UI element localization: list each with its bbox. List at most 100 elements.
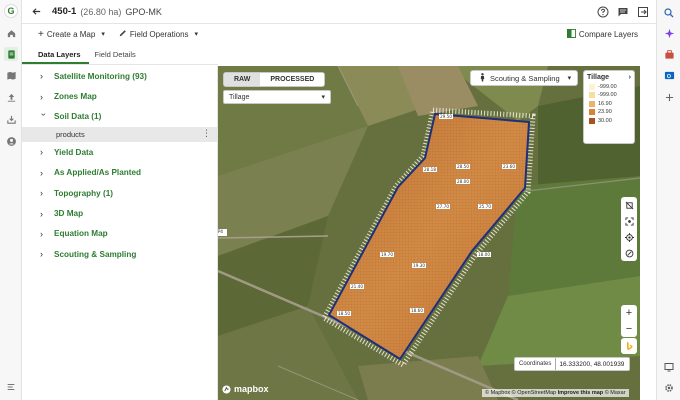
attribute-select[interactable]: Tillage ▾	[223, 90, 331, 104]
exit-icon[interactable]	[636, 5, 650, 19]
value-label: 18.00	[477, 252, 491, 257]
copilot-icon[interactable]	[662, 26, 676, 40]
legend-swatch	[589, 117, 595, 124]
fields-icon[interactable]	[4, 47, 18, 61]
chevron-down-icon: ›	[39, 112, 49, 116]
layer-topography[interactable]: › Topography (1)	[22, 183, 217, 203]
create-map-button[interactable]: + Create a Map ▾	[38, 29, 105, 40]
chevron-down-icon: ▾	[101, 31, 105, 38]
raw-button[interactable]: RAW	[224, 73, 261, 86]
sublayer-label: products	[56, 130, 85, 140]
layer-yield-data[interactable]: › Yield Data	[22, 142, 217, 162]
layer-equation-map[interactable]: › Equation Map	[22, 224, 217, 244]
add-icon[interactable]	[662, 90, 676, 104]
map-view[interactable]: P4 29.50 28.18 28.50 23.60 28.00 27.70 2…	[218, 66, 640, 400]
legend-swatch	[589, 92, 595, 99]
measure-icon[interactable]	[621, 245, 637, 261]
layer-label: Equation Map	[54, 229, 108, 239]
compare-layers-button[interactable]: Compare Layers	[566, 28, 638, 40]
layer-item-products[interactable]: products ⋮	[22, 127, 217, 143]
tab-data-layers[interactable]: Data Layers	[22, 47, 89, 64]
attribution-maxar-link[interactable]: © Maxar	[605, 390, 626, 396]
map-tools	[621, 197, 637, 261]
legend-value: 16.90	[598, 100, 612, 107]
layer-label: Scouting & Sampling	[54, 249, 137, 259]
attribute-value: Tillage	[229, 93, 250, 101]
hide-labels-icon[interactable]	[621, 197, 637, 213]
value-label: 18.60	[410, 308, 424, 313]
chevron-right-icon: ›	[40, 249, 43, 260]
field-area: (26.80 ha)	[80, 6, 122, 17]
locate-icon[interactable]	[621, 229, 637, 245]
layer-as-applied[interactable]: › As Applied/As Planted	[22, 163, 217, 183]
map-legend: Tillage › -999.00 -999.00 16.90 23.90 30.…	[583, 70, 635, 144]
toolbar: + Create a Map ▾ Field Operations ▾ Comp…	[22, 24, 656, 44]
right-rail: O	[656, 0, 680, 400]
chevron-right-icon: ›	[40, 228, 43, 239]
tab-field-details[interactable]: Field Details	[89, 47, 144, 64]
top-bar: 450-1 (26.80 ha) GPO-MK	[22, 0, 656, 24]
value-label: 19.70	[380, 252, 394, 257]
layer-label: 3D Map	[54, 209, 84, 219]
value-label: 28.18	[423, 167, 437, 172]
scouting-sampling-select[interactable]: Scouting & Sampling ▾	[470, 70, 578, 86]
layer-label: Zones Map	[54, 92, 97, 102]
coordinates-box: Coordinates 16.333200, 48.001939	[514, 357, 630, 371]
layer-3d-map[interactable]: › 3D Map	[22, 203, 217, 223]
map-icon[interactable]	[4, 68, 18, 82]
value-label: 23.60	[502, 164, 516, 169]
legend-value: 30.00	[598, 117, 612, 124]
layer-list: › Satellite Monitoring (93) › Zones Map › S…	[22, 66, 218, 400]
chevron-right-icon[interactable]: ›	[629, 74, 631, 81]
help-icon[interactable]	[596, 5, 610, 19]
layer-label: As Applied/As Planted	[54, 168, 142, 178]
scouting-label: Scouting & Sampling	[490, 73, 560, 83]
download-icon[interactable]	[4, 112, 18, 126]
expand-menu-icon[interactable]	[4, 380, 18, 394]
screen-icon[interactable]	[662, 360, 676, 374]
layer-satellite-monitoring[interactable]: › Satellite Monitoring (93)	[22, 66, 217, 86]
home-icon[interactable]	[4, 26, 18, 40]
layer-scouting-sampling[interactable]: › Scouting & Sampling	[22, 244, 217, 264]
person-icon	[479, 72, 486, 84]
zoom-out-button[interactable]: −	[621, 321, 637, 337]
legend-swatch	[589, 83, 595, 90]
legend-title: Tillage	[587, 74, 610, 81]
zoom-in-button[interactable]: +	[621, 305, 637, 321]
back-arrow-icon[interactable]	[26, 2, 46, 22]
upload-icon[interactable]	[4, 90, 18, 104]
plus-icon: +	[38, 28, 44, 40]
field-operations-label: Field Operations	[129, 29, 189, 39]
layer-label: Yield Data	[54, 147, 94, 157]
field-operations-button[interactable]: Field Operations ▾	[119, 29, 198, 39]
bing-icon[interactable]	[621, 338, 637, 354]
tools-icon[interactable]	[662, 47, 676, 61]
settings-icon[interactable]	[662, 381, 676, 395]
coordinates-label: Coordinates	[519, 361, 552, 367]
layer-soil-data[interactable]: › Soil Data (1)	[22, 107, 217, 127]
chevron-right-icon: ›	[40, 147, 43, 158]
comments-icon[interactable]	[616, 5, 630, 19]
outlook-icon[interactable]: O	[662, 68, 676, 82]
svg-text:O: O	[666, 73, 671, 79]
chevron-down-icon: ▾	[567, 75, 572, 82]
app-logo-icon[interactable]: G	[4, 4, 18, 18]
layer-label: Soil Data (1)	[54, 112, 102, 122]
road-label: P4	[218, 229, 223, 234]
legend-value: -999.00	[598, 92, 617, 99]
processed-button[interactable]: PROCESSED	[260, 73, 325, 86]
compare-layers-label: Compare Layers	[578, 29, 638, 39]
chevron-right-icon: ›	[40, 71, 43, 82]
more-options-icon[interactable]: ⋮	[202, 128, 211, 139]
mapbox-logo[interactable]: mapbox	[222, 384, 269, 394]
field-name: 450-1	[52, 6, 77, 17]
search-icon[interactable]	[662, 6, 676, 20]
improve-map-link[interactable]: Improve this map	[558, 390, 604, 396]
account-icon[interactable]	[4, 134, 18, 148]
farm-name: GPO-MK	[125, 6, 162, 17]
chevron-right-icon: ›	[40, 208, 43, 219]
fit-bounds-icon[interactable]	[621, 213, 637, 229]
attribution-osm-link[interactable]: © Mapbox © OpenStreetMap	[485, 390, 556, 396]
layer-zones-map[interactable]: › Zones Map	[22, 86, 217, 106]
create-map-label: Create a Map	[46, 29, 96, 39]
